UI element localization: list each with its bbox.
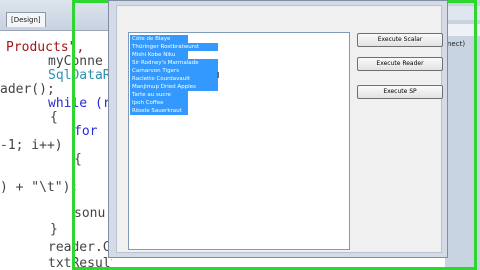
results-listbox[interactable]: Côte de Blaye Thüringer Rostbratwurst Mi… (128, 32, 350, 250)
code-text: ) + "\t"); (0, 180, 79, 195)
code-text: { (50, 110, 58, 125)
app-window[interactable]: Côte de Blaye Thüringer Rostbratwurst Mi… (108, 0, 448, 258)
form-body: Côte de Blaye Thüringer Rostbratwurst Mi… (116, 5, 443, 253)
list-item[interactable]: Mishi Kobe Niku (130, 51, 188, 59)
list-item[interactable]: Carnarvon Tigers (130, 67, 218, 75)
execute-scalar-button[interactable]: Execute Scalar (357, 33, 443, 47)
code-line: } (50, 222, 58, 237)
code-text: -1; i++) (0, 138, 63, 153)
list-item[interactable]: Thüringer Rostbratwurst (130, 43, 218, 51)
execute-reader-button[interactable]: Execute Reader (357, 57, 443, 71)
code-text: ader(); (0, 82, 55, 97)
list-item[interactable]: Ipoh Coffee (130, 99, 188, 107)
execute-sp-button[interactable]: Execute SP (357, 85, 443, 99)
list-item[interactable]: Manjimup Dried Apples (130, 83, 218, 91)
list-item[interactable]: Côte de Blaye (130, 35, 188, 43)
list-item[interactable]: Raclette Courdavault (130, 75, 218, 83)
code-line: { (50, 110, 58, 125)
list-item[interactable]: Rössle Sauerkraut (130, 107, 188, 115)
list-item[interactable]: Tarte au sucre (130, 91, 188, 99)
list-item[interactable]: Sir Rodney's Marmalade (130, 59, 218, 67)
code-line: ) + "\t"); (0, 180, 78, 195)
code-text: } (50, 222, 58, 237)
code-line: -1; i++) (0, 138, 63, 153)
code-line: ader(); (0, 82, 55, 97)
tab-design[interactable]: [Design] (6, 12, 46, 27)
text-cursor-icon: I (217, 71, 220, 80)
